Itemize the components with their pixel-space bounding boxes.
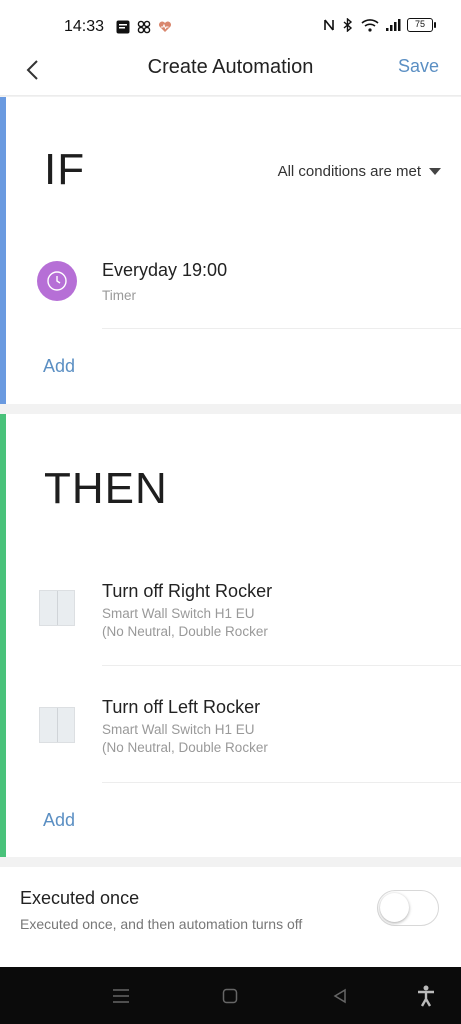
toggle-knob [380, 893, 409, 922]
action-device-detail: (No Neutral, Double Rocker [102, 624, 268, 639]
home-button[interactable] [219, 985, 241, 1007]
if-heading: IF [44, 145, 86, 194]
system-navigation-bar [0, 967, 461, 1024]
executed-once-title: Executed once [20, 888, 140, 908]
status-time: 14:33 [64, 18, 105, 35]
wifi-icon [361, 19, 379, 32]
accessibility-button[interactable] [415, 985, 437, 1007]
wall-switch-icon [39, 707, 75, 743]
system-back-button[interactable] [329, 985, 351, 1007]
executed-once-row: Executed once Executed once, and then au… [0, 867, 461, 967]
action-title: Turn off Left Rocker [102, 697, 261, 717]
menu-button[interactable] [110, 985, 132, 1007]
health-heart-icon [158, 21, 172, 32]
signal-icon [386, 19, 401, 31]
page-title: Create Automation [147, 56, 314, 78]
save-button[interactable]: Save [398, 56, 439, 77]
battery-icon: 75 [407, 18, 436, 32]
condition-mode-dropdown[interactable]: All conditions are met [278, 163, 441, 180]
triangle-back-icon [333, 988, 346, 1004]
executed-once-description: Executed once, and then automation turns… [20, 916, 303, 932]
status-bar: 14:33 75 [0, 0, 461, 48]
add-condition-button[interactable]: Add [43, 356, 75, 377]
action-device-detail: (No Neutral, Double Rocker [102, 740, 268, 755]
action-device: Smart Wall Switch H1 EU [102, 722, 255, 737]
executed-once-toggle[interactable] [377, 890, 439, 926]
divider [102, 328, 461, 329]
clock-icon [37, 261, 77, 301]
accessibility-icon [418, 985, 434, 1007]
divider [102, 782, 461, 783]
header: Create Automation Save [0, 48, 461, 96]
nfc-icon [324, 19, 334, 31]
notification-icons [116, 20, 172, 34]
condition-title: Everyday 19:00 [102, 260, 228, 280]
then-heading: THEN [44, 464, 168, 513]
action-title: Turn off Right Rocker [102, 581, 273, 601]
condition-mode-label: All conditions are met [277, 163, 421, 180]
hamburger-icon [113, 989, 129, 1003]
bluetooth-icon [343, 18, 353, 32]
divider [102, 665, 461, 666]
slack-icon [137, 20, 151, 34]
system-status-icons: 75 [323, 18, 436, 32]
action-device: Smart Wall Switch H1 EU [102, 606, 255, 621]
add-action-button[interactable]: Add [43, 810, 75, 831]
caret-down-icon [429, 168, 441, 175]
if-section: IF All conditions are met Everyday 19:00… [0, 97, 461, 404]
condition-subtitle: Timer [102, 288, 136, 303]
square-home-icon [222, 988, 238, 1004]
wall-switch-icon [39, 590, 75, 626]
fing-app-icon [116, 20, 130, 34]
then-section: THEN Turn off Right Rocker Smart Wall Sw… [0, 414, 461, 857]
